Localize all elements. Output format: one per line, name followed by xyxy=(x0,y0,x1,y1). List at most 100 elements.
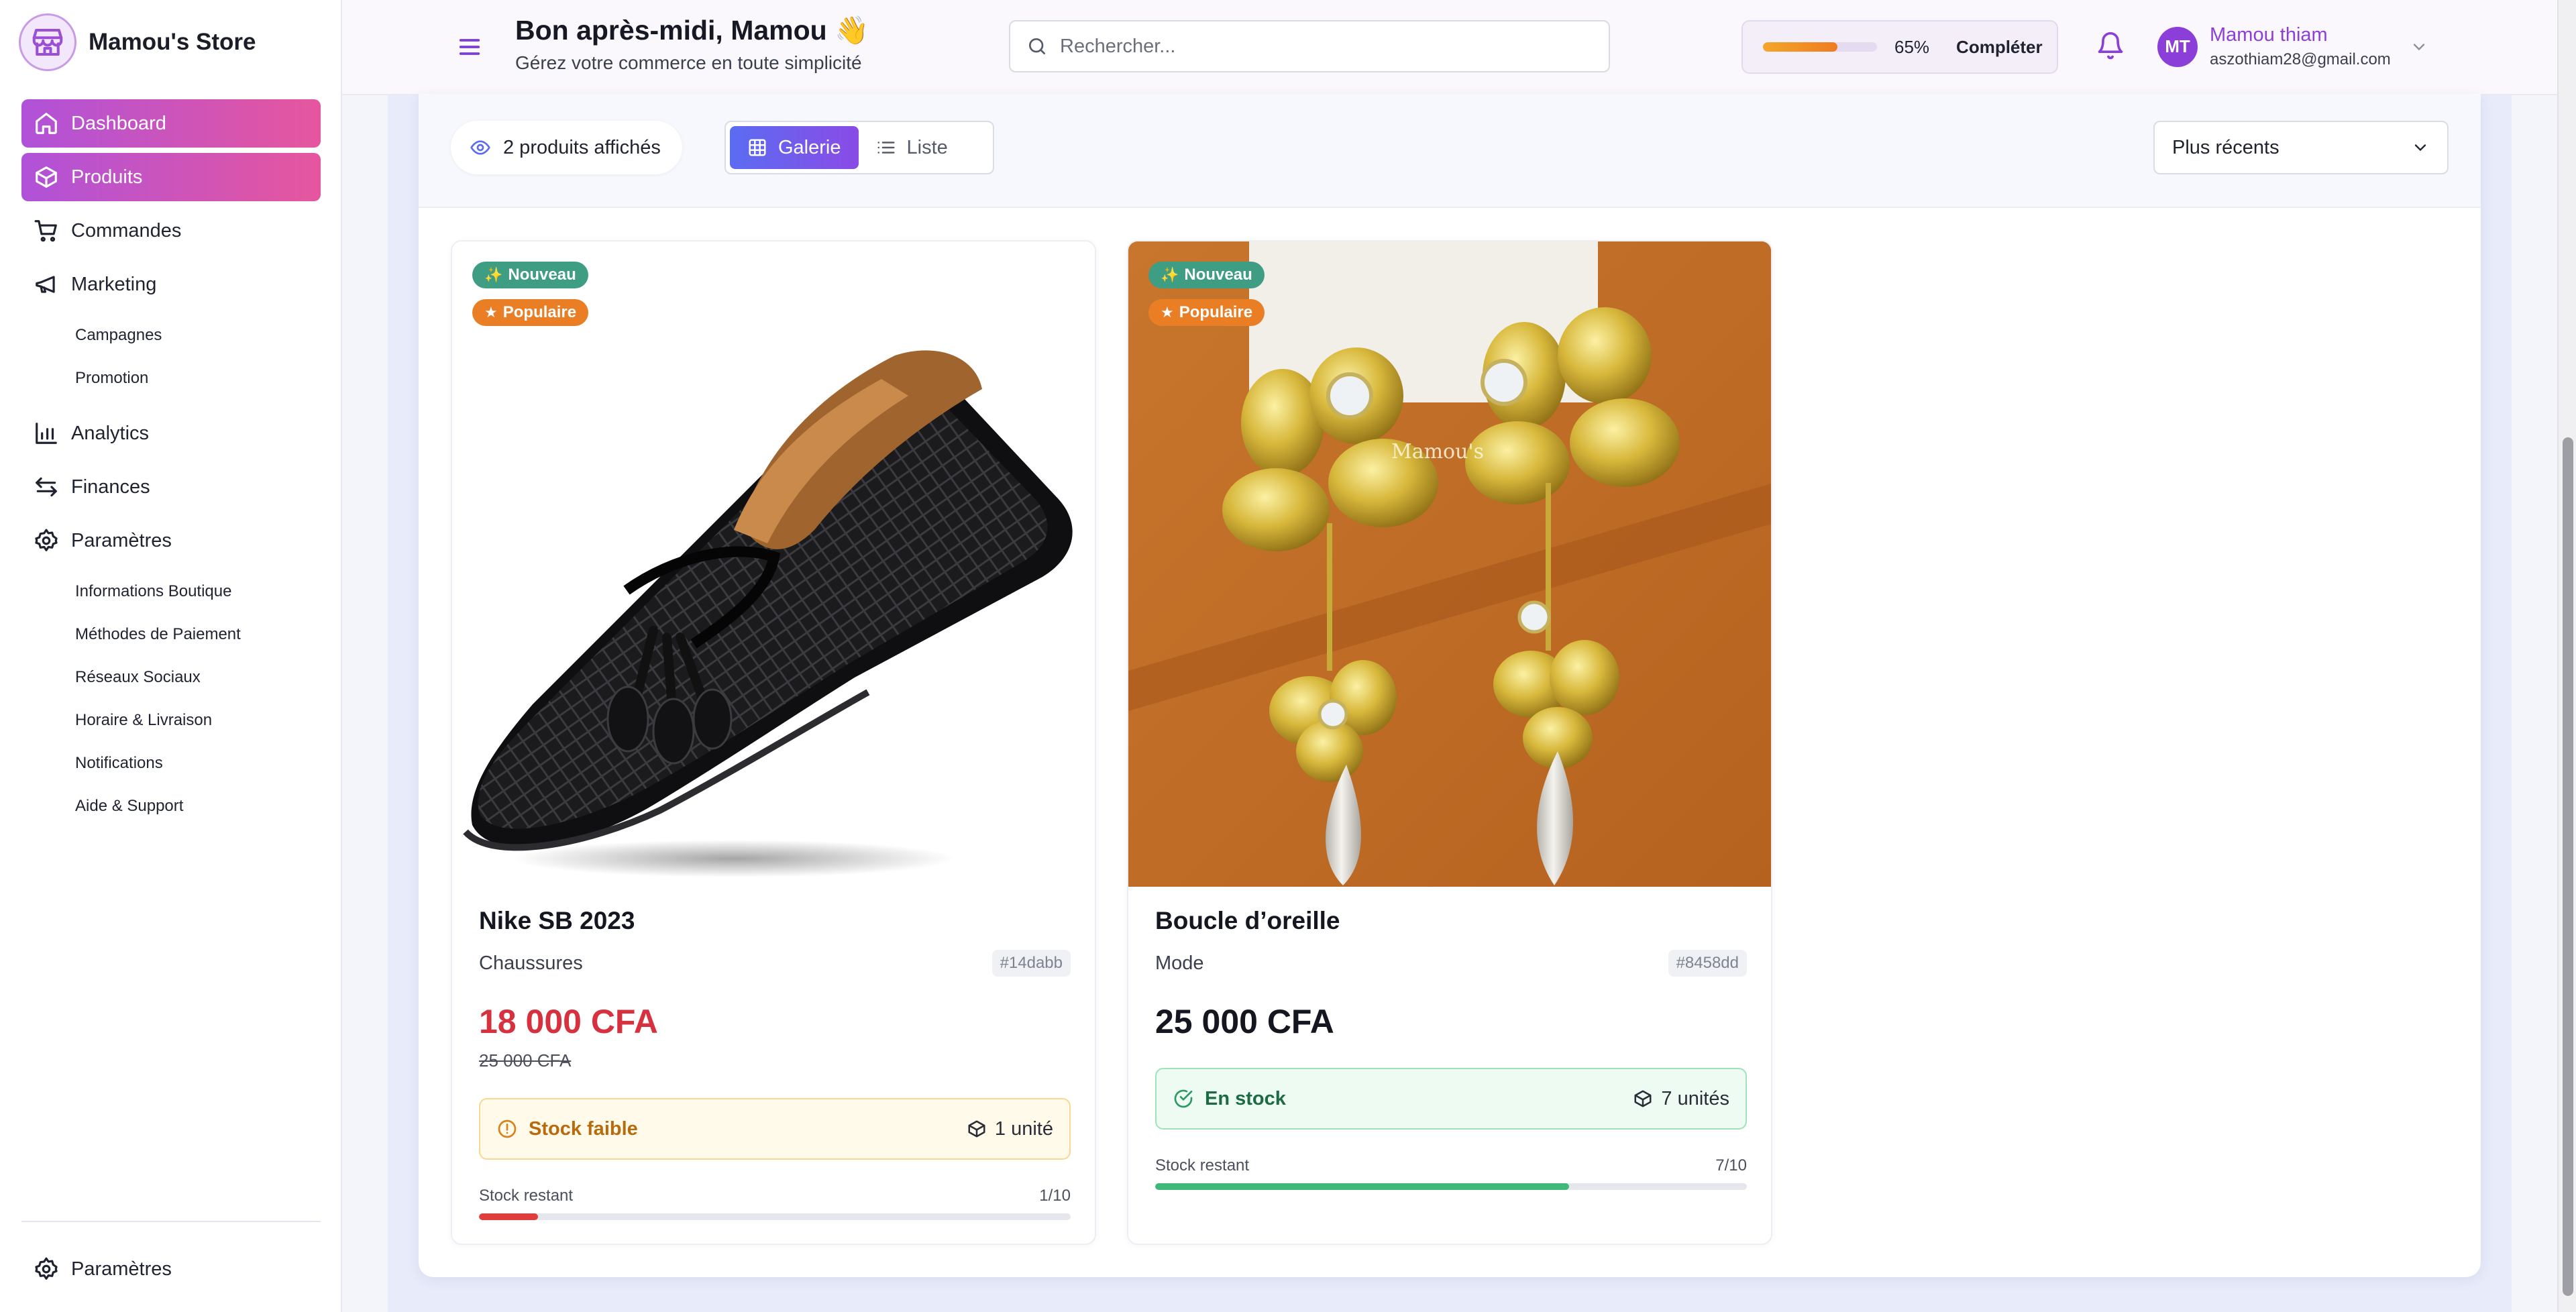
sidebar-item-dashboard[interactable]: Dashboard xyxy=(21,99,321,148)
scrollbar-thumb[interactable] xyxy=(2563,437,2573,1296)
user-email: aszothiam28@gmail.com xyxy=(2210,50,2391,68)
chevron-down-icon xyxy=(2413,43,2424,50)
stock-progress-bar xyxy=(479,1213,1071,1220)
sidebar-subitem-horaire-livraison[interactable]: Horaire & Livraison xyxy=(21,699,321,742)
sidebar-subitem-promotion[interactable]: Promotion xyxy=(21,357,321,400)
sidebar-item-label: Paramètres xyxy=(71,529,172,551)
search-bar[interactable] xyxy=(1009,20,1610,72)
sidebar-item-produits[interactable]: Produits xyxy=(21,153,321,201)
star-icon: ★ xyxy=(484,304,498,321)
stock-remaining-label: Stock restant xyxy=(1155,1156,1250,1174)
product-price: 18 000 CFA xyxy=(479,1003,658,1040)
greeting-subtitle: Gérez votre commerce en toute simplicité xyxy=(515,52,862,73)
product-old-price: 25 000 CFA xyxy=(479,1050,572,1071)
sidebar-item-finances[interactable]: Finances xyxy=(21,463,321,511)
alert-circle-icon xyxy=(498,1119,517,1138)
greeting: Bon après-midi, Mamou 👋 Gérez votre comm… xyxy=(515,15,869,74)
view-list-button[interactable]: Liste xyxy=(859,126,965,169)
eye-icon xyxy=(470,140,490,155)
product-ref: #8458dd xyxy=(1668,950,1747,977)
sidebar-item-parametres-bottom[interactable]: Paramètres xyxy=(21,1245,321,1293)
search-icon xyxy=(1029,38,1045,54)
product-count-label: 2 produits affichés xyxy=(503,136,661,158)
bell-icon[interactable] xyxy=(2096,31,2125,60)
sidebar-subitem-methodes-paiement[interactable]: Méthodes de Paiement xyxy=(21,613,321,656)
search-input[interactable] xyxy=(1060,35,1570,58)
product-card[interactable]: ✨ Nouveau ★ Populaire Nike SB 2023 Chaussu… xyxy=(451,240,1096,1245)
sidebar-item-marketing[interactable]: Marketing xyxy=(21,260,321,309)
sidebar-item-label: Finances xyxy=(71,476,150,498)
hamburger-menu-icon[interactable] xyxy=(456,34,483,60)
completion-progress-bar xyxy=(1763,42,1877,52)
stock-status-box: Stock faible 1 unité xyxy=(479,1098,1071,1160)
sidebar-item-label: Produits xyxy=(71,166,143,188)
product-ref: #14dabb xyxy=(991,950,1071,977)
gear-icon xyxy=(35,1257,58,1280)
sidebar-divider xyxy=(21,1221,321,1222)
view-toggle: Galerie Liste xyxy=(724,121,994,174)
sidebar-subitem-aide-support[interactable]: Aide & Support xyxy=(21,785,321,828)
stock-status-box: En stock 7 unités xyxy=(1155,1068,1747,1130)
products-panel: 2 produits affichés Galerie Liste Plus r… xyxy=(419,94,2481,1277)
home-icon xyxy=(36,113,57,134)
sidebar-item-label: Marketing xyxy=(71,273,157,295)
stock-remaining-row: Stock restant 1/10 xyxy=(479,1187,1071,1205)
sidebar-subitem-reseaux-sociaux[interactable]: Réseaux Sociaux xyxy=(21,656,321,699)
stock-status: En stock xyxy=(1205,1087,1286,1109)
brand[interactable]: Mamou's Store xyxy=(19,13,256,71)
product-image-loafer[interactable]: ✨ Nouveau ★ Populaire xyxy=(452,241,1095,887)
view-gallery-button[interactable]: Galerie xyxy=(730,126,859,169)
sidebar-item-analytics[interactable]: Analytics xyxy=(21,409,321,457)
product-name[interactable]: Boucle d’oreille xyxy=(1155,907,1747,935)
view-list-label: Liste xyxy=(906,136,948,158)
products-toolbar: 2 produits affichés Galerie Liste Plus r… xyxy=(419,94,2481,208)
product-price: 25 000 CFA xyxy=(1155,1003,1334,1040)
package-icon xyxy=(1634,1090,1652,1107)
stock-progress-fill xyxy=(479,1213,539,1220)
badge-popular: ★ Populaire xyxy=(472,299,589,326)
sidebar-item-label: Paramètres xyxy=(71,1258,172,1280)
sidebar-subitem-campagnes[interactable]: Campagnes xyxy=(21,314,321,357)
sidebar-subitem-notifications[interactable]: Notifications xyxy=(21,742,321,785)
badge-new: ✨ Nouveau xyxy=(1148,262,1265,288)
list-icon xyxy=(877,142,894,154)
sidebar-item-commandes[interactable]: Commandes xyxy=(21,207,321,255)
product-card-body: Nike SB 2023 Chaussures #14dabb 18 000 C… xyxy=(479,907,1071,1220)
box-icon xyxy=(36,166,57,188)
stock-progress-bar xyxy=(1155,1183,1747,1190)
sidebar-item-label: Commandes xyxy=(71,219,182,241)
badge-new-label: Nouveau xyxy=(508,266,576,284)
sidebar-bottom: Paramètres xyxy=(21,1245,321,1299)
package-icon xyxy=(968,1120,985,1138)
view-gallery-label: Galerie xyxy=(778,136,841,158)
megaphone-icon xyxy=(36,276,55,293)
sidebar-item-label: Dashboard xyxy=(71,112,166,134)
sidebar-item-parametres[interactable]: Paramètres xyxy=(21,516,321,565)
badge-popular-label: Populaire xyxy=(1179,303,1253,321)
sidebar-subitem-informations-boutique[interactable]: Informations Boutique xyxy=(21,570,321,613)
gear-icon xyxy=(35,529,58,551)
profile-completion: 65% Compléter xyxy=(1741,20,2058,74)
badge-new: ✨ Nouveau xyxy=(472,262,588,288)
loafer-shoe-image xyxy=(463,350,1073,877)
star-icon: ★ xyxy=(1161,304,1174,321)
sort-select[interactable]: Plus récents xyxy=(2153,121,2449,174)
page-scrollbar[interactable] xyxy=(2557,0,2576,1312)
grid-icon xyxy=(749,139,766,156)
product-name[interactable]: Nike SB 2023 xyxy=(479,907,1071,935)
avatar: MT xyxy=(2157,26,2198,67)
store-logo-icon xyxy=(19,13,76,71)
complete-profile-button[interactable]: Compléter xyxy=(1956,37,2043,58)
sidebar-item-label: Analytics xyxy=(71,422,150,444)
user-menu[interactable]: MT Mamou thiam aszothiam28@gmail.com xyxy=(2157,24,2428,69)
product-image-earrings[interactable]: Mamou's ✨ Nouveau ★ Populaire xyxy=(1128,241,1771,887)
badge-new-label: Nouveau xyxy=(1184,266,1252,284)
badge-popular: ★ Populaire xyxy=(1148,299,1265,326)
product-card[interactable]: Mamou's ✨ Nouveau ★ Populaire Boucle d’ore… xyxy=(1127,240,1772,1245)
stock-units: 7 unités xyxy=(1661,1087,1729,1109)
greeting-title: Bon après-midi, Mamou 👋 xyxy=(515,15,869,46)
store-name: Mamou's Store xyxy=(89,29,256,55)
completion-percent: 65% xyxy=(1894,36,1930,57)
earrings-image xyxy=(1128,241,1771,887)
stock-progress-fill xyxy=(1155,1183,1570,1190)
